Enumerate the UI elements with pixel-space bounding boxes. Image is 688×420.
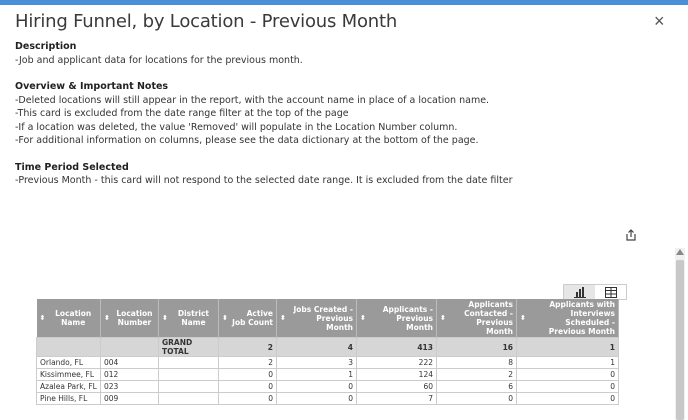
table-cell: 0 [516, 380, 619, 393]
scroll-up-icon[interactable] [676, 249, 684, 255]
description-heading: Description [15, 41, 77, 52]
description-line: -Job and applicant data for locations fo… [15, 54, 303, 66]
overview-line: -This card is excluded from the date ran… [15, 108, 349, 119]
table-cell: 2 [218, 337, 277, 357]
top-accent-bar [0, 0, 688, 5]
sort-icon[interactable]: ⬍ [162, 314, 168, 323]
grand-total-row: GRAND TOTAL 2 4 413 16 1 [36, 337, 619, 357]
overview-heading: Overview & Important Notes [15, 81, 169, 92]
column-header-location-number[interactable]: ⬍ Location Number [100, 299, 159, 338]
column-header-location-name[interactable]: ⬍ Location Name [36, 299, 101, 338]
table-cell: 0 [516, 368, 619, 381]
table-cell: 124 [356, 368, 437, 381]
table-cell: Orlando, FL [36, 356, 101, 369]
table-cell [158, 368, 219, 381]
table-cell: 0 [218, 368, 277, 381]
overview-line: -If a location was deleted, the value 'R… [15, 121, 458, 133]
table-row: Pine Hills, FL 009 0 0 7 0 0 [36, 392, 619, 405]
table-cell [158, 380, 219, 393]
sort-icon[interactable]: ⬍ [40, 314, 46, 323]
table-row: Kissimmee, FL 012 0 1 124 2 0 [36, 368, 619, 381]
table-cell: Pine Hills, FL [36, 392, 101, 405]
sort-icon[interactable]: ⬍ [360, 314, 366, 323]
table-cell: 2 [436, 368, 517, 381]
hiring-funnel-table: ⬍ Location Name ⬍ Location Number ⬍ Distric… [36, 299, 619, 405]
vertical-scrollbar[interactable] [675, 248, 685, 420]
time-period-section: Time Period Selected -Previous Month - t… [15, 161, 655, 188]
table-cell: 222 [356, 356, 437, 369]
table-cell: 0 [436, 392, 517, 405]
table-cell: 009 [100, 392, 159, 405]
column-header-applicants-contacted[interactable]: ⬍ Applicants Contacted - Previous Month [436, 299, 517, 338]
table-cell: 0 [218, 392, 277, 405]
page-title: Hiring Funnel, by Location - Previous Mo… [15, 11, 398, 32]
table-cell: 7 [356, 392, 437, 405]
table-cell: 004 [100, 356, 159, 369]
time-period-line: -Previous Month - this card will not res… [15, 175, 513, 186]
table-body: GRAND TOTAL 2 4 413 16 1 Orlando, FL 004 2 3 222 8 1… [36, 337, 619, 405]
overview-section: Overview & Important Notes -Deleted loca… [15, 80, 655, 148]
sort-icon[interactable]: ⬍ [104, 314, 110, 323]
table-cell: 16 [436, 337, 517, 357]
table-cell: 60 [356, 380, 437, 393]
bar-chart-icon [573, 286, 586, 298]
table-cell: 3 [276, 356, 357, 369]
sort-icon[interactable]: ⬍ [280, 314, 286, 323]
table-cell: 1 [516, 337, 619, 357]
table-view-button[interactable] [595, 285, 626, 299]
table-cell: 0 [218, 380, 277, 393]
table-cell: 413 [356, 337, 437, 357]
card-description: Description -Job and applicant data for … [15, 40, 655, 201]
description-section: Description -Job and applicant data for … [15, 40, 655, 67]
table-cell [158, 356, 219, 369]
table-icon [604, 286, 617, 298]
table-cell: 1 [276, 368, 357, 381]
overview-line: -Deleted locations will still appear in … [15, 94, 490, 106]
table-cell: 023 [100, 380, 159, 393]
table-cell: Kissimmee, FL [36, 368, 101, 381]
table-cell: 1 [516, 356, 619, 369]
sort-icon[interactable]: ⬍ [222, 314, 228, 323]
table-cell: 0 [516, 392, 619, 405]
table-cell: Azalea Park, FL [36, 380, 101, 393]
sort-icon[interactable]: ⬍ [440, 314, 446, 323]
close-icon[interactable]: × [654, 12, 665, 30]
time-period-heading: Time Period Selected [15, 161, 129, 173]
scrollbar-thumb[interactable] [676, 260, 684, 420]
column-header-jobs-created[interactable]: ⬍ Jobs Created - Previous Month [276, 299, 357, 338]
table-cell: 8 [436, 356, 517, 369]
chart-view-button[interactable] [564, 285, 595, 299]
column-header-active-job-count[interactable]: ⬍ Active Job Count [218, 299, 277, 338]
table-cell: 0 [276, 380, 357, 393]
table-cell: 6 [436, 380, 517, 393]
table-cell [36, 337, 101, 357]
table-cell [100, 337, 159, 357]
column-header-interviews-scheduled[interactable]: ⬍ Applicants with Interviews Scheduled - … [516, 299, 619, 338]
table-cell: 4 [276, 337, 357, 357]
column-header-applicants[interactable]: ⬍ Applicants - Previous Month [356, 299, 437, 338]
share-icon[interactable] [624, 228, 638, 242]
table-cell [158, 392, 219, 405]
table-row: Orlando, FL 004 2 3 222 8 1 [36, 356, 619, 369]
table-header-row: ⬍ Location Name ⬍ Location Number ⬍ Distric… [36, 299, 619, 338]
table-row: Azalea Park, FL 023 0 0 60 6 0 [36, 380, 619, 393]
column-header-district-name[interactable]: ⬍ District Name [158, 299, 219, 338]
overview-line: -For additional information on columns, … [15, 135, 479, 146]
sort-icon[interactable]: ⬍ [520, 314, 526, 323]
table-cell: 012 [100, 368, 159, 381]
view-toggle [563, 284, 627, 300]
table-cell: 0 [276, 392, 357, 405]
table-cell: GRAND TOTAL [158, 337, 219, 357]
table-cell: 2 [218, 356, 277, 369]
